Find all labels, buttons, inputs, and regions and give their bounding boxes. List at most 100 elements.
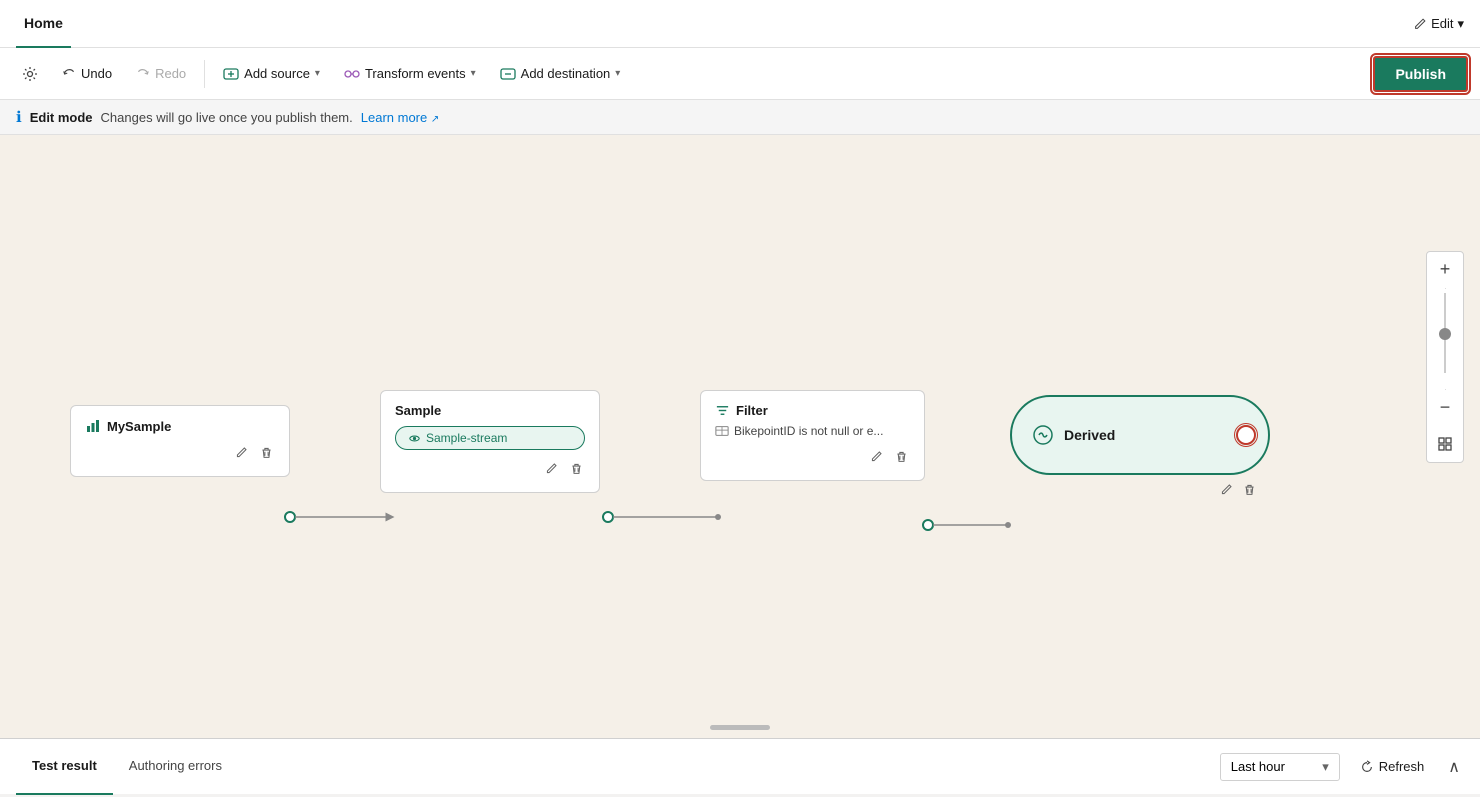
source-title-text: MySample bbox=[107, 419, 171, 434]
settings-button[interactable] bbox=[12, 60, 48, 88]
derived-actions bbox=[1218, 481, 1258, 501]
stream-chip: Sample-stream bbox=[395, 426, 585, 450]
derived-edit-button[interactable] bbox=[1218, 481, 1235, 501]
sample-content: Sample-stream bbox=[395, 426, 585, 450]
authoring-errors-label: Authoring errors bbox=[129, 758, 222, 773]
zoom-thumb bbox=[1439, 328, 1451, 340]
refresh-label: Refresh bbox=[1379, 759, 1425, 774]
derived-delete-button[interactable] bbox=[1241, 481, 1258, 501]
source-delete-button[interactable] bbox=[258, 444, 275, 464]
external-link-icon: ↗ bbox=[431, 114, 439, 125]
zoom-track bbox=[1444, 293, 1446, 373]
zoom-minus-icon: − bbox=[1440, 397, 1451, 418]
filter-edit-button[interactable] bbox=[868, 448, 885, 468]
edit-button[interactable]: Edit ▾ bbox=[1413, 16, 1464, 32]
stream-icon bbox=[408, 432, 421, 445]
collapse-button[interactable]: ∧ bbox=[1444, 753, 1464, 781]
filter-icon bbox=[715, 403, 730, 418]
source-edit-button[interactable] bbox=[233, 444, 250, 464]
add-destination-icon bbox=[500, 66, 516, 82]
pencil-icon bbox=[1413, 17, 1427, 31]
add-source-chevron-icon: ▾ bbox=[315, 68, 320, 79]
canvas[interactable]: MySample Sample Sample-stream bbox=[0, 135, 1480, 738]
undo-button[interactable]: Undo bbox=[52, 60, 122, 87]
dropdown-chevron-icon: ▾ bbox=[1322, 759, 1329, 775]
bottom-right: Last hour ▾ Refresh ∧ bbox=[1220, 753, 1464, 781]
zoom-controls: + − bbox=[1426, 251, 1464, 463]
filter-condition: BikepointID is not null or e... bbox=[715, 424, 910, 438]
nav-right: Edit ▾ bbox=[1413, 16, 1464, 32]
trash-icon bbox=[1243, 483, 1256, 496]
canvas-scroll-indicator bbox=[710, 725, 770, 730]
filter-node-actions bbox=[715, 448, 910, 468]
sample-node[interactable]: Sample Sample-stream bbox=[380, 390, 600, 493]
refresh-icon bbox=[1360, 760, 1374, 774]
refresh-button[interactable]: Refresh bbox=[1348, 754, 1437, 779]
zoom-plus-icon: + bbox=[1440, 259, 1451, 280]
derived-node[interactable]: Derived bbox=[1010, 395, 1270, 475]
filter-condition-text: BikepointID is not null or e... bbox=[734, 424, 883, 438]
test-result-label: Test result bbox=[32, 758, 97, 773]
nav-left: Home bbox=[16, 0, 71, 48]
sample-title-text: Sample bbox=[395, 403, 441, 418]
transform-icon bbox=[344, 66, 360, 82]
publish-label: Publish bbox=[1395, 66, 1446, 82]
add-destination-button[interactable]: Add destination ▾ bbox=[490, 60, 631, 88]
bottom-panel: Test result Authoring errors Last hour ▾… bbox=[0, 738, 1480, 794]
derived-output-dot-red[interactable] bbox=[1236, 425, 1256, 445]
gear-icon bbox=[22, 66, 38, 82]
home-tab-label: Home bbox=[24, 15, 63, 31]
time-range-dropdown[interactable]: Last hour ▾ bbox=[1220, 753, 1340, 781]
transform-chevron-icon: ▾ bbox=[471, 68, 476, 79]
time-range-label: Last hour bbox=[1231, 759, 1285, 774]
filter-node-title: Filter bbox=[715, 403, 910, 418]
publish-button[interactable]: Publish bbox=[1373, 56, 1468, 92]
filter-delete-button[interactable] bbox=[893, 448, 910, 468]
banner-message: Changes will go live once you publish th… bbox=[101, 110, 353, 125]
stream-label: Sample-stream bbox=[426, 431, 507, 445]
tab-authoring-errors[interactable]: Authoring errors bbox=[113, 739, 238, 795]
sample-edit-button[interactable] bbox=[543, 460, 560, 480]
zoom-in-button[interactable]: + bbox=[1427, 252, 1463, 288]
toolbar: Undo Redo Add source ▾ Transform events … bbox=[0, 48, 1480, 100]
edit-label: Edit bbox=[1431, 16, 1453, 31]
fit-icon bbox=[1437, 436, 1453, 452]
derived-icon bbox=[1032, 424, 1054, 446]
source-node-actions bbox=[85, 444, 275, 464]
add-source-button[interactable]: Add source ▾ bbox=[213, 60, 330, 88]
trash-icon bbox=[260, 446, 273, 459]
sample-delete-button[interactable] bbox=[568, 460, 585, 480]
table-icon bbox=[715, 424, 729, 438]
zoom-out-button[interactable]: − bbox=[1427, 390, 1463, 426]
undo-icon bbox=[62, 67, 76, 81]
redo-icon bbox=[136, 67, 150, 81]
edit-icon bbox=[235, 446, 248, 459]
info-icon: ℹ bbox=[16, 108, 22, 126]
add-source-label: Add source bbox=[244, 66, 310, 81]
zoom-fit-button[interactable] bbox=[1427, 426, 1463, 462]
learn-more-label: Learn more bbox=[361, 110, 427, 125]
tab-test-result[interactable]: Test result bbox=[16, 739, 113, 795]
source-node[interactable]: MySample bbox=[70, 405, 290, 477]
learn-more-link[interactable]: Learn more ↗ bbox=[361, 110, 440, 125]
divider-1 bbox=[204, 60, 205, 88]
derived-title-text: Derived bbox=[1064, 427, 1248, 443]
edit-icon bbox=[870, 450, 883, 463]
home-tab[interactable]: Home bbox=[16, 0, 71, 48]
transform-events-label: Transform events bbox=[365, 66, 466, 81]
add-source-icon bbox=[223, 66, 239, 82]
redo-button[interactable]: Redo bbox=[126, 60, 196, 87]
filter-node[interactable]: Filter BikepointID is not null or e... bbox=[700, 390, 925, 481]
undo-label: Undo bbox=[81, 66, 112, 81]
add-destination-label: Add destination bbox=[521, 66, 611, 81]
transform-events-button[interactable]: Transform events ▾ bbox=[334, 60, 486, 88]
edit-icon bbox=[1220, 483, 1233, 496]
filter-title-text: Filter bbox=[736, 403, 768, 418]
sample-node-title: Sample bbox=[395, 403, 585, 418]
top-nav: Home Edit ▾ bbox=[0, 0, 1480, 48]
collapse-icon: ∧ bbox=[1448, 759, 1460, 776]
edit-icon bbox=[545, 462, 558, 475]
redo-label: Redo bbox=[155, 66, 186, 81]
zoom-slider[interactable] bbox=[1444, 289, 1446, 389]
trash-icon bbox=[570, 462, 583, 475]
